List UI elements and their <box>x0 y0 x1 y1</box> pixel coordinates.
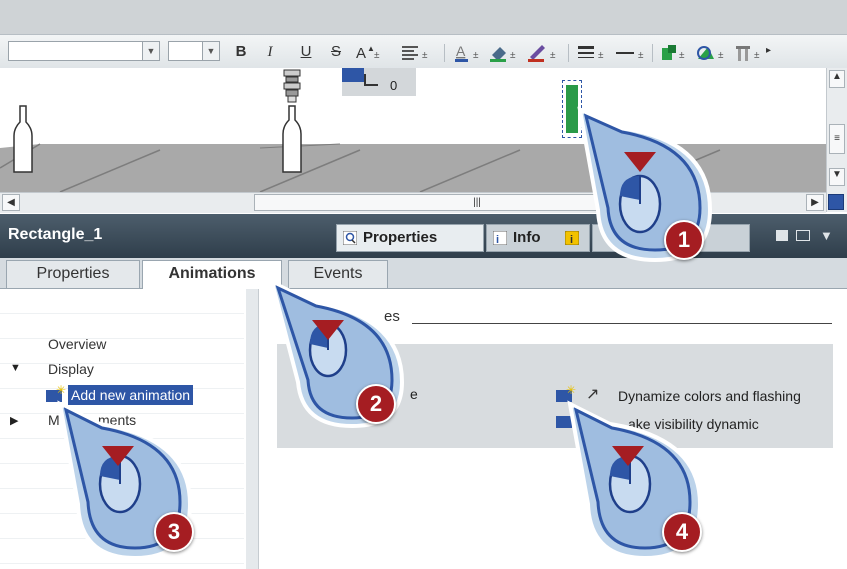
chevron-down-icon[interactable]: ▼ <box>820 228 833 243</box>
title-strip <box>0 0 847 34</box>
pattern-icon: ± <box>736 46 760 61</box>
line-style-icon: ± <box>616 50 644 61</box>
font-size-icon: A ▲± <box>356 44 380 62</box>
svg-text:±: ± <box>718 50 724 61</box>
dock-icon[interactable] <box>776 230 788 241</box>
line-color-icon: ± <box>528 45 556 62</box>
zoom-icon[interactable] <box>828 194 844 210</box>
subtab-properties[interactable]: Properties <box>6 260 140 288</box>
selected-object-title: Rectangle_1 <box>8 226 103 243</box>
expand-arrow-icon[interactable]: ▼ <box>10 362 21 374</box>
tree-item-display[interactable]: Display <box>48 361 94 377</box>
line-width-icon: ± <box>578 46 604 61</box>
star-icon: ✳ <box>56 383 67 397</box>
callout-badge-3: 3 <box>154 512 194 552</box>
callout-badge-2: 2 <box>356 384 396 424</box>
tree-item-overview[interactable]: Overview <box>48 336 106 352</box>
underline-button[interactable]: U <box>298 41 314 63</box>
scroll-thumb[interactable]: ≡ <box>829 124 845 154</box>
svg-text:±: ± <box>374 50 380 61</box>
chevron-down-icon[interactable]: ▼ <box>202 42 219 60</box>
svg-text:i: i <box>496 234 499 245</box>
mouse-cursor-2 <box>268 278 405 429</box>
svg-text:±: ± <box>422 50 428 61</box>
maximize-icon[interactable] <box>796 230 810 241</box>
callout-badge-1: 1 <box>664 220 704 260</box>
tab-info-label: Info <box>513 229 541 246</box>
subtab-animations[interactable]: Animations <box>142 260 282 290</box>
svg-text:A: A <box>356 45 366 62</box>
chevron-down-icon[interactable]: ▼ <box>142 42 159 60</box>
scroll-right-icon[interactable]: ▶ <box>806 194 824 211</box>
scroll-down-icon[interactable]: ▼ <box>829 168 845 186</box>
io-field-icon <box>342 68 364 82</box>
svg-text:±: ± <box>598 50 604 61</box>
font-color-icon: A ± <box>455 43 479 62</box>
info-icon: i <box>493 231 507 245</box>
rotate-icon: ± <box>697 46 724 61</box>
io-field-value: 0 <box>390 78 398 93</box>
strikethrough-button[interactable]: S <box>328 41 344 63</box>
callout-badge-4: 4 <box>662 512 702 552</box>
collapse-arrow-icon[interactable]: ▶ <box>10 414 18 427</box>
svg-text:±: ± <box>679 50 685 61</box>
bold-button[interactable]: B <box>232 41 250 63</box>
mouse-cursor-1 <box>577 106 713 263</box>
svg-text:±: ± <box>473 50 479 61</box>
svg-text:±: ± <box>638 50 644 61</box>
italic-button[interactable]: I <box>262 41 278 63</box>
scroll-left-icon[interactable]: ◀ <box>2 194 20 211</box>
io-field[interactable]: 0 <box>342 68 416 96</box>
font-size-combo[interactable]: ▼ <box>168 41 220 61</box>
magnifier-icon <box>343 231 357 245</box>
group-title-rule <box>412 323 832 324</box>
svg-text:±: ± <box>550 50 556 61</box>
format-toolbar: ▼ ▼ B I U S A ▲ ± ± A ± ± ± ± ± ± ± ± ▸ <box>0 34 847 70</box>
star-icon: ✳ <box>566 383 577 397</box>
svg-text:±: ± <box>754 50 760 61</box>
tab-properties-label: Properties <box>363 229 438 246</box>
align-icon: ± <box>402 46 428 61</box>
svg-text:±: ± <box>510 50 516 61</box>
scroll-up-icon[interactable]: ▲ <box>829 70 845 88</box>
toolbar-icon-strip[interactable]: A ▲± ± A ± ± ± ± ± ± ± ± ▸ <box>352 43 842 63</box>
color-icon: ± <box>662 45 685 61</box>
font-family-combo[interactable]: ▼ <box>8 41 160 61</box>
fill-color-icon: ± <box>490 47 516 62</box>
svg-text:▸: ▸ <box>766 45 771 56</box>
svg-text:A: A <box>456 43 466 59</box>
filling-nozzle-graphic <box>282 69 302 173</box>
bottle-graphic <box>13 105 33 173</box>
tab-properties[interactable]: Properties <box>336 224 484 252</box>
tree-scrollbar[interactable] <box>246 289 258 569</box>
io-field-divider <box>366 84 378 86</box>
vertical-scrollbar[interactable]: ▲ ≡ ▼ <box>826 68 847 212</box>
